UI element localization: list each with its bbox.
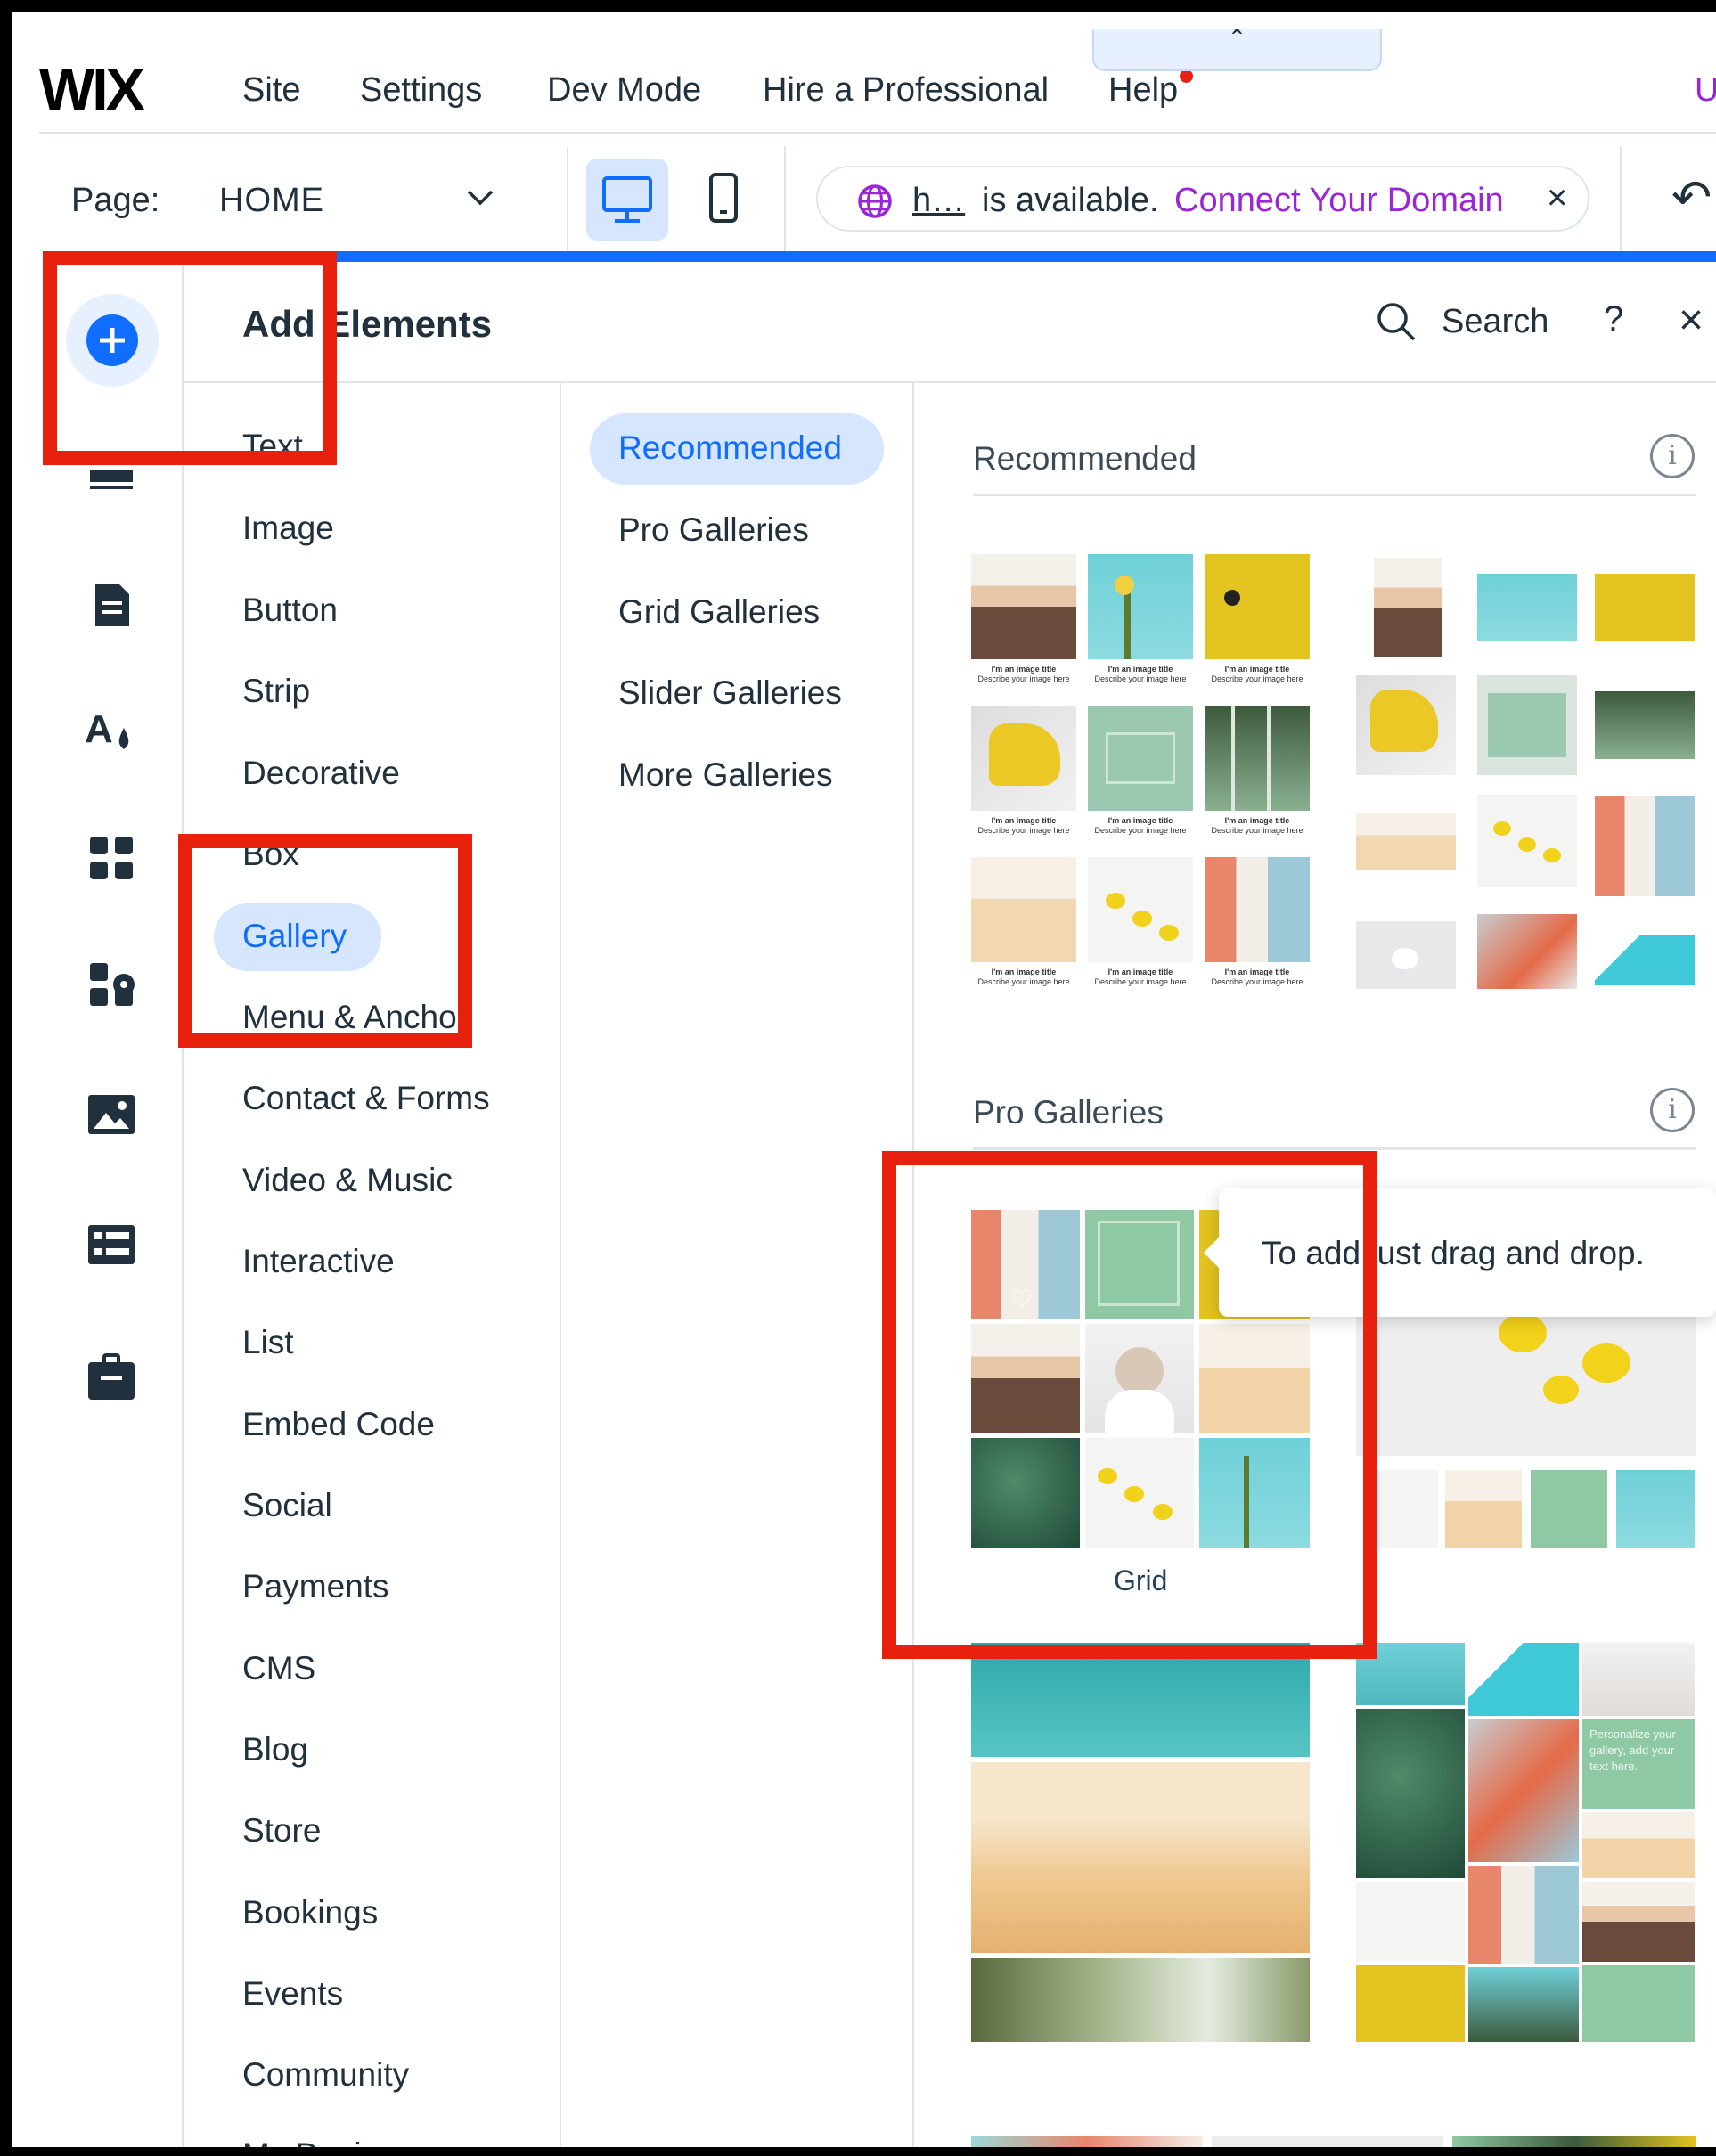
divider: [784, 146, 786, 253]
category-decorative[interactable]: Decorative: [242, 755, 400, 792]
gallery-thumbnail-stacked[interactable]: [971, 1643, 1310, 2042]
help-notification-dot: [1180, 69, 1193, 83]
apps-icon[interactable]: [78, 825, 144, 891]
close-panel-button[interactable]: ×: [1679, 296, 1704, 345]
globe-icon: [858, 184, 892, 218]
connect-domain-link[interactable]: Connect Your Domain: [1174, 182, 1504, 220]
subcategory-recommended[interactable]: Recommended: [618, 429, 842, 467]
domain-available-text: is available.: [982, 182, 1159, 219]
category-bookings[interactable]: Bookings: [242, 1894, 378, 1931]
collapse-topbar-button[interactable]: ˆ: [1092, 27, 1382, 71]
category-social[interactable]: Social: [242, 1487, 332, 1524]
category-list[interactable]: List: [242, 1324, 294, 1361]
desktop-icon: [602, 176, 652, 223]
info-icon[interactable]: i: [1650, 1088, 1695, 1132]
subcategory-more-galleries[interactable]: More Galleries: [618, 756, 833, 794]
category-cms[interactable]: CMS: [242, 1650, 315, 1687]
highlight-box-grid-gallery: [882, 1151, 1377, 1659]
gallery-item-caption: I'm an image title Describe your image he…: [1094, 968, 1187, 986]
menu-dev-mode[interactable]: Dev Mode: [547, 71, 701, 110]
loading-progress-bar: [335, 251, 1716, 262]
search-label[interactable]: Search: [1442, 303, 1548, 341]
menu-settings[interactable]: Settings: [360, 71, 482, 110]
search-icon[interactable]: [1374, 299, 1418, 344]
divider: [567, 146, 568, 253]
media-icon[interactable]: [78, 1082, 144, 1147]
page-label: Page:: [71, 182, 160, 219]
category-interactive[interactable]: Interactive: [242, 1243, 395, 1280]
domain-name-link[interactable]: h…: [912, 182, 965, 220]
theme-icon[interactable]: A: [78, 698, 144, 764]
divider: [973, 494, 1696, 496]
subcategory-grid-galleries[interactable]: Grid Galleries: [618, 593, 820, 631]
wix-logo[interactable]: WIX: [39, 55, 145, 123]
category-contact-forms[interactable]: Contact & Forms: [242, 1080, 490, 1117]
gallery-overlay-text: Personalize your gallery, add your text …: [1589, 1727, 1676, 1773]
portfolio-icon[interactable]: [78, 1343, 144, 1409]
category-button[interactable]: Button: [242, 592, 338, 629]
menu-help[interactable]: Help: [1108, 71, 1178, 110]
help-button[interactable]: ?: [1604, 299, 1623, 339]
svg-text:A: A: [85, 707, 113, 751]
gallery-item-caption: I'm an image title Describe your image he…: [1211, 816, 1303, 835]
upgrade-link[interactable]: Up: [1695, 71, 1716, 110]
category-community[interactable]: Community: [242, 2056, 409, 2094]
gallery-thumbnail-slideshow[interactable]: [1356, 1278, 1696, 1548]
subcategory-slider-galleries[interactable]: Slider Galleries: [618, 674, 842, 712]
category-embed-code[interactable]: Embed Code: [242, 1406, 435, 1443]
page-selector[interactable]: HOME: [219, 182, 324, 220]
category-strip[interactable]: Strip: [242, 673, 310, 710]
category-blog[interactable]: Blog: [242, 1731, 308, 1768]
mobile-view-button[interactable]: [682, 159, 764, 241]
menu-hire-a-professional[interactable]: Hire a Professional: [763, 71, 1049, 110]
left-tool-rail: [39, 253, 184, 2147]
cms-icon[interactable]: [78, 1212, 144, 1278]
category-video-music[interactable]: Video & Music: [242, 1162, 453, 1199]
category-image[interactable]: Image: [242, 510, 334, 547]
subcategory-pro-galleries[interactable]: Pro Galleries: [618, 511, 809, 549]
divider: [973, 1147, 1696, 1150]
undo-icon[interactable]: ↶: [1671, 169, 1712, 225]
category-my-designs[interactable]: My Designs: [242, 2136, 414, 2147]
gallery-item-caption: I'm an image title Describe your image he…: [1211, 665, 1303, 683]
business-apps-icon[interactable]: [78, 951, 144, 1017]
gallery-item-caption: I'm an image title Describe your image he…: [977, 816, 1070, 835]
section-title-pro-galleries: Pro Galleries: [973, 1094, 1164, 1131]
category-payments[interactable]: Payments: [242, 1568, 389, 1605]
editor-window: WIX Site Settings Dev Mode Hire a Profes…: [0, 0, 1716, 2156]
gallery-item-caption: I'm an image title Describe your image he…: [977, 968, 1070, 986]
gallery-item-caption: I'm an image title Describe your image he…: [1211, 968, 1303, 986]
info-icon[interactable]: i: [1650, 434, 1695, 478]
highlight-box-add-button: [43, 251, 337, 465]
category-store[interactable]: Store: [242, 1812, 321, 1850]
section-title-recommended: Recommended: [973, 440, 1197, 477]
chevron-down-icon[interactable]: [465, 187, 495, 208]
category-events[interactable]: Events: [242, 1975, 343, 2013]
highlight-box-gallery-category: [178, 834, 472, 1048]
divider: [1620, 146, 1622, 253]
pages-icon[interactable]: [78, 572, 144, 638]
desktop-view-button[interactable]: [586, 159, 668, 241]
gallery-thumbnail-partial-row[interactable]: [971, 2136, 1696, 2147]
gallery-thumbnail-mixed-grid[interactable]: [1356, 554, 1696, 991]
close-domain-banner-button[interactable]: ×: [1547, 178, 1567, 218]
gallery-thumbnail-captioned-grid[interactable]: I'm an image title Describe your image he…: [971, 554, 1312, 992]
gallery-item-caption: I'm an image title Describe your image he…: [1094, 665, 1187, 683]
gallery-item-caption: I'm an image title Describe your image he…: [977, 665, 1070, 683]
mobile-icon: [709, 173, 738, 223]
gallery-item-caption: I'm an image title Describe your image he…: [1094, 816, 1187, 835]
menu-site[interactable]: Site: [242, 71, 300, 110]
gallery-thumbnail-collage[interactable]: Personalize your gallery, add your text …: [1356, 1643, 1696, 2042]
subcategory-list: [561, 383, 914, 2147]
